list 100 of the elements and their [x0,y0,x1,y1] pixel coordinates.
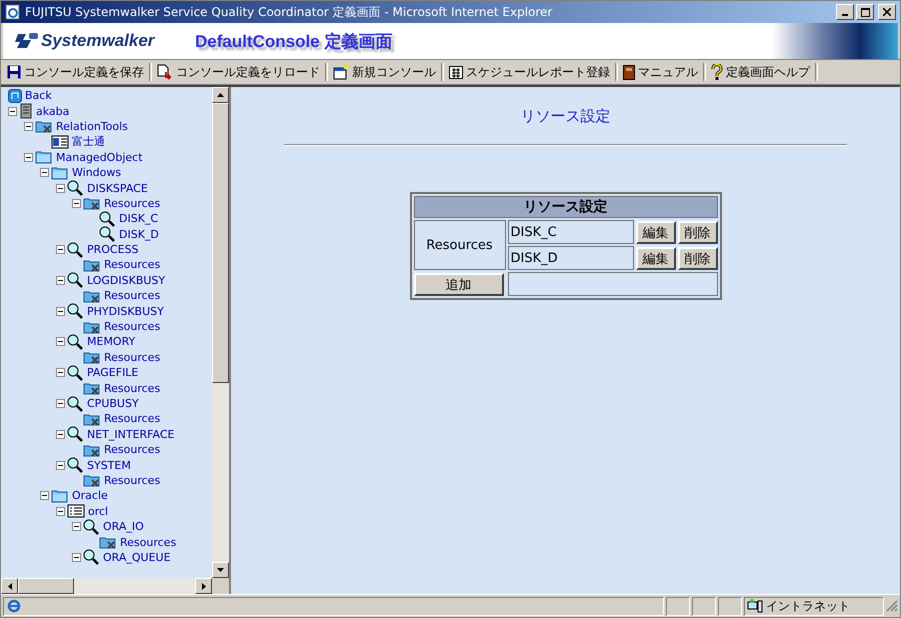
collapse-toggle[interactable] [72,522,81,532]
calendar-icon [449,65,463,79]
tree-item[interactable]: Resources [103,350,160,364]
tree-item[interactable]: Resources [103,412,160,426]
close-icon [883,8,891,16]
magnifier-icon [67,334,84,350]
magnifier-icon [67,426,84,442]
status-panel [718,596,742,616]
list-icon [67,504,85,518]
zone-label: イントラネット [766,598,850,614]
toolbar-button[interactable]: コンソール定義をリロード [155,64,322,80]
magnifier-icon [67,364,84,381]
magnifier-icon [67,272,84,288]
tree-item[interactable]: ORA_IO [102,520,144,534]
collapse-toggle[interactable] [56,368,65,378]
book-icon [623,64,635,80]
tree-item[interactable]: MEMORY [86,335,136,348]
tree-item[interactable]: ORA_QUEUE [102,550,171,564]
add-button[interactable]: 追加 [414,272,504,296]
collapse-toggle[interactable] [56,306,65,316]
folder-icon [51,488,69,504]
collapse-toggle[interactable] [56,184,65,193]
banner-heading: DefaultConsole 定義画面 [195,30,392,52]
toolbar-button[interactable]: 新規コンソール [331,64,438,80]
collapse-toggle[interactable] [40,491,49,500]
scrollbar-corner [212,578,229,594]
tree-item[interactable]: Windows [71,166,122,180]
document-arrow-icon [157,64,173,80]
tree-item[interactable]: Resources [103,258,160,272]
tree-item[interactable]: DISKSPACE [86,182,148,195]
tree-item[interactable]: Resources [119,536,176,549]
tree-item[interactable]: Oracle [71,489,108,502]
table-cell: Resources [414,220,506,270]
tree-item[interactable]: Resources [103,196,160,210]
logo-icon [15,32,39,50]
vertical-scrollbar[interactable] [212,87,229,578]
magnifier-icon [67,396,84,412]
magnifier-icon [99,210,116,227]
toolbar-button[interactable]: スケジュールレポート登録 [447,64,612,80]
collapse-toggle[interactable] [72,198,81,208]
horizontal-scrollbar[interactable] [1,578,229,594]
toolbar-button[interactable]: 定義画面ヘルプ [709,64,812,80]
tree-item[interactable]: PAGEFILE [86,366,138,380]
magnifier-icon [83,549,100,566]
browser-icon [7,599,21,613]
tree-item[interactable]: PROCESS [86,243,139,256]
edit-button[interactable]: 編集 [636,246,676,270]
toolbar-button[interactable]: マニュアル [621,64,700,80]
magnifier-icon [99,226,116,242]
collapse-toggle[interactable] [56,399,65,408]
tree-item[interactable]: Resources [103,474,160,487]
tree-item[interactable]: Resources [103,320,160,334]
left-arrow-icon [8,582,12,590]
collapse-toggle[interactable] [56,460,65,470]
tree-item[interactable]: PHYDISKBUSY [86,304,164,318]
tree-item[interactable]: 富士通 [71,134,105,150]
tree-item[interactable]: SYSTEM [86,458,131,472]
status-panel [666,596,690,616]
tree-item[interactable]: akaba [35,104,70,118]
collapse-toggle[interactable] [40,168,49,178]
minimize-button[interactable] [836,4,854,20]
tree-item[interactable]: orcl [87,504,108,518]
collapse-toggle[interactable] [72,552,81,562]
collapse-toggle[interactable] [56,276,65,285]
browser-icon [5,4,21,20]
network-computer-icon [747,599,763,613]
server-icon [19,103,33,120]
delete-button[interactable]: 削除 [678,246,718,270]
collapse-toggle[interactable] [56,430,65,439]
magnifier-icon [67,242,84,258]
collapse-toggle[interactable] [24,152,33,162]
edit-button[interactable]: 編集 [636,220,676,244]
back-link[interactable]: Back [24,89,52,102]
magnifier-icon [83,518,100,535]
collapse-toggle[interactable] [8,106,17,116]
new-window-icon [333,64,349,80]
tree-item[interactable]: ManagedObject [55,150,143,164]
maximize-button[interactable] [856,4,874,20]
collapse-toggle[interactable] [56,506,65,516]
card-icon [51,134,69,149]
down-arrow-icon [217,568,224,572]
tree-item[interactable]: NET_INTERFACE [86,428,174,441]
tree-item[interactable]: DISK_D [118,228,159,241]
resize-grip-icon [886,600,898,612]
toolbar-button[interactable]: コンソール定義を保存 [5,64,146,80]
tree-item[interactable]: LOGDISKBUSY [86,274,166,287]
close-button[interactable] [878,4,896,20]
magnifier-icon [67,457,84,474]
tree-item[interactable]: DISK_C [118,212,158,226]
delete-button[interactable]: 削除 [678,220,718,244]
tree-item[interactable]: Resources [103,443,160,456]
tree-item[interactable]: RelationTools [55,120,128,133]
collapse-toggle[interactable] [56,245,65,254]
magnifier-icon [67,303,84,320]
collapse-toggle[interactable] [56,337,65,346]
tree-item[interactable]: Resources [103,382,160,395]
tree-item[interactable]: CPUBUSY [86,397,139,410]
tree-item[interactable]: Resources [103,289,160,302]
page-title: リソース設定 [520,107,610,126]
collapse-toggle[interactable] [24,122,33,131]
